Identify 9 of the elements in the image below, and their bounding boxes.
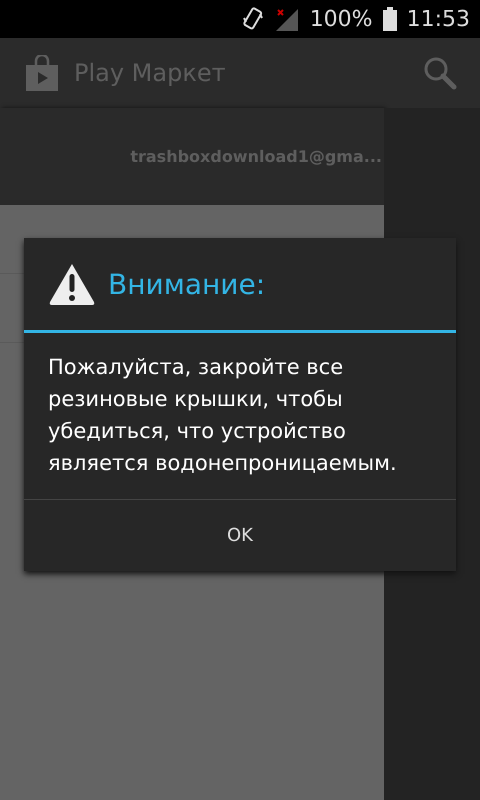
- battery-icon: [382, 7, 397, 31]
- ok-button[interactable]: OK: [24, 500, 456, 571]
- battery-percent: 100%: [310, 6, 373, 32]
- warning-icon: [48, 262, 96, 306]
- shopping-bag-icon: [24, 55, 60, 91]
- clock: 11:53: [406, 6, 470, 32]
- search-icon[interactable]: [422, 55, 458, 91]
- dialog-title: Внимание:: [108, 268, 266, 300]
- signal-icon: [274, 7, 300, 31]
